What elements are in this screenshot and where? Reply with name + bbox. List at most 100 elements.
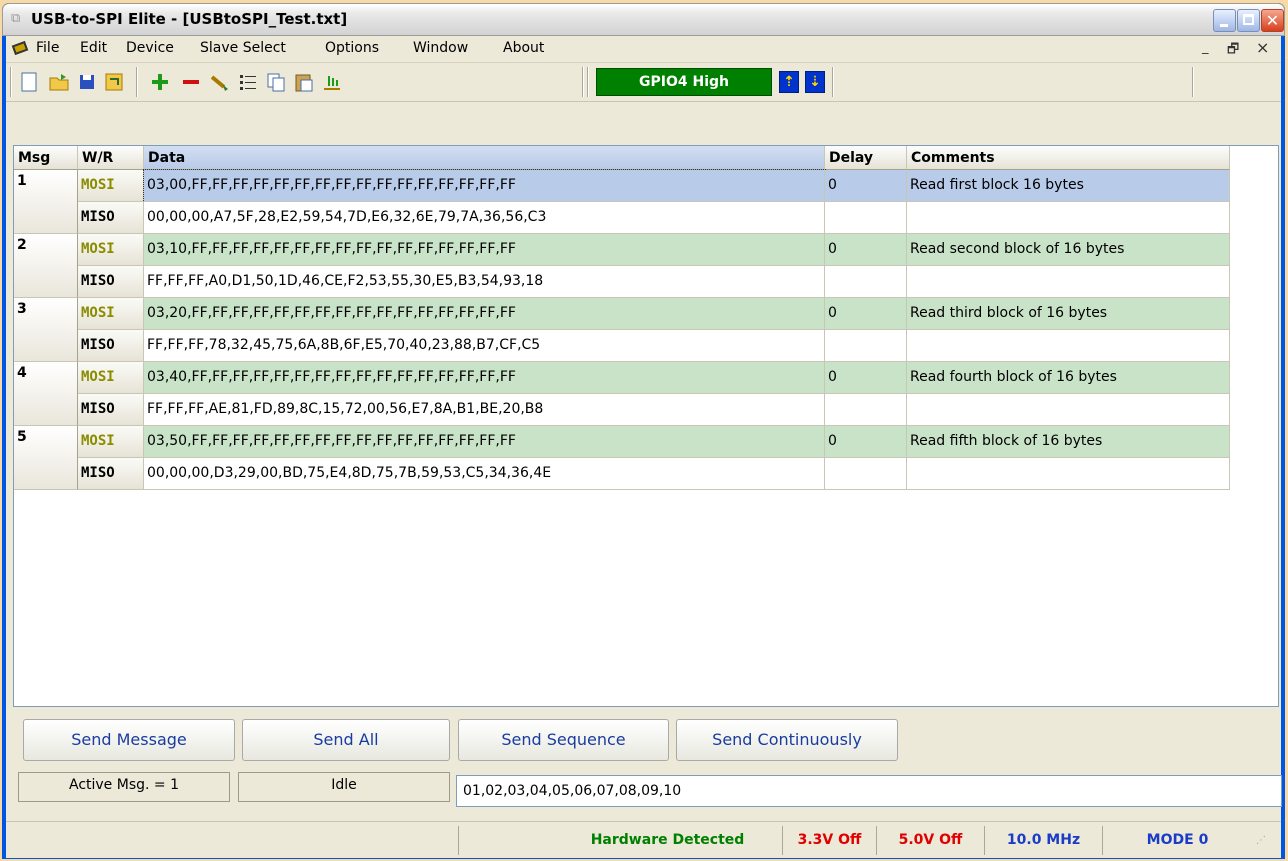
state-field: Idle	[238, 772, 450, 802]
toolbar-grip	[10, 67, 12, 97]
miso-delay-cell[interactable]	[825, 266, 907, 298]
hex-data-input[interactable]: 01,02,03,04,05,06,07,08,09,10	[456, 775, 1282, 807]
v50-status: 5.0V Off	[876, 826, 984, 855]
menu-slave-select[interactable]: Slave Select	[200, 40, 286, 56]
app-icon: ⧉	[11, 11, 21, 26]
comment-cell[interactable]: Read fourth block of 16 bytes	[907, 362, 1230, 394]
maximize-button[interactable]	[1237, 9, 1260, 32]
status-bar: Hardware Detected 3.3V Off 5.0V Off 10.0…	[6, 821, 1281, 858]
send-message-button[interactable]: Send Message	[23, 719, 235, 761]
mdi-restore-button[interactable]: 🗗	[1227, 40, 1239, 62]
mdi-minimize-button[interactable]: _	[1202, 40, 1209, 55]
toolbar-separator	[582, 67, 584, 97]
wr-miso-label[interactable]: MISO	[78, 394, 144, 426]
close-button[interactable]: ✕	[1261, 9, 1284, 32]
copy-icon[interactable]	[265, 71, 287, 93]
toolbar-separator	[136, 67, 138, 97]
minimize-button[interactable]	[1213, 9, 1236, 32]
message-number[interactable]: 3	[14, 298, 78, 362]
delay-cell[interactable]: 0	[825, 362, 907, 394]
list-icon[interactable]	[237, 71, 259, 93]
delay-cell[interactable]: 0	[825, 170, 907, 202]
send-all-button[interactable]: Send All	[242, 719, 450, 761]
chip-icon	[10, 39, 30, 59]
send-sequence-button[interactable]: Send Sequence	[458, 719, 669, 761]
mode-status: MODE 0	[1102, 826, 1252, 855]
header-comments[interactable]: Comments	[907, 146, 1230, 170]
mosi-data-cell[interactable]: 03,10,FF,FF,FF,FF,FF,FF,FF,FF,FF,FF,FF,F…	[144, 234, 825, 266]
save-icon[interactable]	[76, 71, 98, 93]
resize-grip-icon[interactable]: ⋰	[1256, 834, 1270, 848]
menu-edit[interactable]: Edit	[80, 40, 107, 56]
miso-data-cell[interactable]: 00,00,00,A7,5F,28,E2,59,54,7D,E6,32,6E,7…	[144, 202, 825, 234]
v33-status: 3.3V Off	[782, 826, 876, 855]
header-data[interactable]: Data	[144, 146, 825, 170]
toolbar-separator	[587, 67, 589, 97]
wr-mosi-label[interactable]: MOSI	[78, 298, 144, 330]
wr-miso-label[interactable]: MISO	[78, 458, 144, 490]
miso-comment-cell[interactable]	[907, 458, 1230, 490]
menu-bar: File Edit Device Slave Select Options Wi…	[6, 36, 1281, 63]
message-number[interactable]: 1	[14, 170, 78, 234]
mosi-data-cell[interactable]: 03,50,FF,FF,FF,FF,FF,FF,FF,FF,FF,FF,FF,F…	[144, 426, 825, 458]
menu-window[interactable]: Window	[413, 40, 468, 56]
comment-cell[interactable]: Read fifth block of 16 bytes	[907, 426, 1230, 458]
mdi-close-button[interactable]: ×	[1256, 38, 1269, 57]
new-file-icon[interactable]	[18, 71, 40, 93]
miso-comment-cell[interactable]	[907, 330, 1230, 362]
open-folder-icon[interactable]	[48, 71, 70, 93]
message-grid: Msg W/R Data Delay Comments 1 MOSI 03,00,F…	[13, 145, 1279, 707]
header-msg[interactable]: Msg	[14, 146, 78, 170]
message-number[interactable]: 5	[14, 426, 78, 490]
paste-icon[interactable]	[293, 71, 315, 93]
miso-delay-cell[interactable]	[825, 394, 907, 426]
menu-about[interactable]: About	[503, 40, 544, 56]
miso-delay-cell[interactable]	[825, 330, 907, 362]
reload-icon[interactable]	[104, 71, 126, 93]
falling-edge-button[interactable]: ⇣	[805, 71, 825, 93]
miso-comment-cell[interactable]	[907, 394, 1230, 426]
wr-miso-label[interactable]: MISO	[78, 266, 144, 298]
wr-mosi-label[interactable]: MOSI	[78, 362, 144, 394]
comment-cell[interactable]: Read second block of 16 bytes	[907, 234, 1230, 266]
wr-mosi-label[interactable]: MOSI	[78, 234, 144, 266]
menu-file[interactable]: File	[36, 40, 59, 56]
wr-miso-label[interactable]: MISO	[78, 202, 144, 234]
delay-cell[interactable]: 0	[825, 298, 907, 330]
header-delay[interactable]: Delay	[825, 146, 907, 170]
clear-brush-icon[interactable]	[209, 71, 231, 93]
mosi-data-cell[interactable]: 03,00,FF,FF,FF,FF,FF,FF,FF,FF,FF,FF,FF,F…	[143, 169, 826, 203]
menu-device[interactable]: Device	[126, 40, 174, 56]
wr-miso-label[interactable]: MISO	[78, 330, 144, 362]
miso-comment-cell[interactable]	[907, 202, 1230, 234]
miso-data-cell[interactable]: FF,FF,FF,78,32,45,75,6A,8B,6F,E5,70,40,2…	[144, 330, 825, 362]
toolbar-separator	[1192, 67, 1194, 97]
rising-edge-button[interactable]: ⇡	[779, 71, 799, 93]
active-msg-field: Active Msg. = 1	[18, 772, 230, 802]
wr-mosi-label[interactable]: MOSI	[78, 426, 144, 458]
send-continuously-button[interactable]: Send Continuously	[676, 719, 898, 761]
comment-cell[interactable]: Read third block of 16 bytes	[907, 298, 1230, 330]
miso-delay-cell[interactable]	[825, 202, 907, 234]
add-icon[interactable]	[149, 71, 171, 93]
miso-data-cell[interactable]: FF,FF,FF,AE,81,FD,89,8C,15,72,00,56,E7,8…	[144, 394, 825, 426]
remove-icon[interactable]	[180, 71, 202, 93]
miso-comment-cell[interactable]	[907, 266, 1230, 298]
miso-data-cell[interactable]: 00,00,00,D3,29,00,BD,75,E4,8D,75,7B,59,5…	[144, 458, 825, 490]
title-bar[interactable]: ⧉ USB-to-SPI Elite - [USBtoSPI_Test.txt]…	[2, 3, 1285, 36]
mosi-data-cell[interactable]: 03,40,FF,FF,FF,FF,FF,FF,FF,FF,FF,FF,FF,F…	[144, 362, 825, 394]
export-icon[interactable]	[321, 71, 343, 93]
message-number[interactable]: 2	[14, 234, 78, 298]
delay-cell[interactable]: 0	[825, 234, 907, 266]
menu-options[interactable]: Options	[325, 40, 379, 56]
miso-data-cell[interactable]: FF,FF,FF,A0,D1,50,1D,46,CE,F2,53,55,30,E…	[144, 266, 825, 298]
mosi-data-cell[interactable]: 03,20,FF,FF,FF,FF,FF,FF,FF,FF,FF,FF,FF,F…	[144, 298, 825, 330]
header-wr[interactable]: W/R	[78, 146, 144, 170]
delay-cell[interactable]: 0	[825, 426, 907, 458]
toolbar-separator	[832, 67, 834, 97]
gpio-toggle-button[interactable]: GPIO4 High	[596, 68, 772, 96]
miso-delay-cell[interactable]	[825, 458, 907, 490]
comment-cell[interactable]: Read first block 16 bytes	[907, 170, 1230, 202]
message-number[interactable]: 4	[14, 362, 78, 426]
wr-mosi-label[interactable]: MOSI	[78, 170, 144, 202]
